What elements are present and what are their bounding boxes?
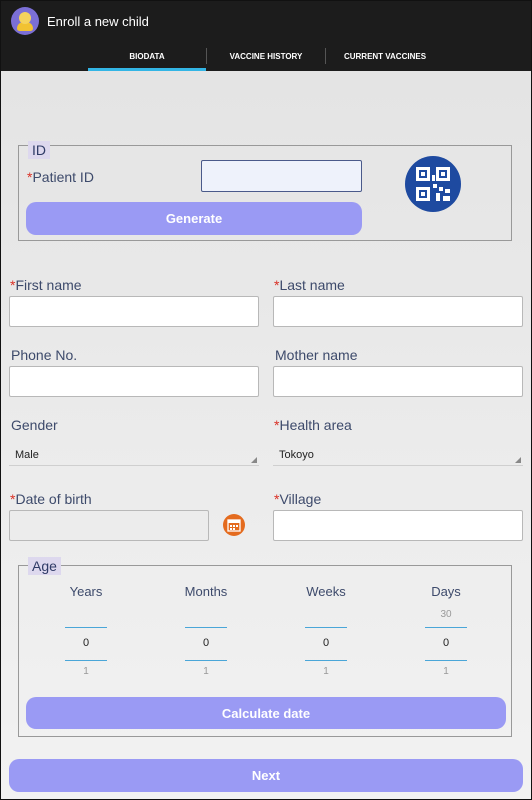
weeks-label: Weeks (306, 584, 346, 599)
weeks-next-value[interactable]: 1 (305, 666, 347, 677)
tab-vaccine-history[interactable]: VACCINE HISTORY (207, 41, 325, 71)
days-label: Days (431, 584, 461, 599)
months-next-value[interactable]: 1 (185, 666, 227, 677)
first-name-label: *First name (10, 277, 82, 293)
calculate-date-button[interactable]: Calculate date (26, 697, 506, 729)
app-logo-icon[interactable] (11, 7, 39, 35)
health-area-label: *Health area (274, 417, 352, 433)
calendar-icon (227, 519, 241, 532)
years-label: Years (69, 584, 103, 599)
patient-id-input[interactable] (201, 160, 362, 192)
age-legend: Age (28, 557, 61, 575)
phone-label: Phone No. (11, 347, 78, 363)
generate-button[interactable]: Generate (26, 202, 362, 235)
dob-label: *Date of birth (10, 491, 92, 507)
dropdown-arrow-icon (251, 457, 257, 463)
tab-biodata[interactable]: BIODATA (88, 41, 206, 71)
page-title: Enroll a new child (47, 13, 149, 29)
health-area-select[interactable]: Tokoyo (273, 444, 523, 466)
first-name-input[interactable] (9, 296, 259, 327)
village-input[interactable] (273, 510, 523, 541)
months-label: Months (184, 584, 228, 599)
years-next-value[interactable]: 1 (65, 666, 107, 677)
action-bar: Enroll a new child (1, 1, 531, 41)
days-picker-value[interactable]: 0 (425, 637, 467, 649)
months-picker-value[interactable]: 0 (185, 637, 227, 649)
last-name-label: *Last name (274, 277, 345, 293)
dob-input[interactable] (9, 510, 209, 541)
last-name-input[interactable] (273, 296, 523, 327)
gender-select[interactable]: Male (9, 444, 259, 466)
mother-name-input[interactable] (273, 366, 523, 397)
qr-code-button[interactable] (405, 156, 461, 212)
calendar-button[interactable] (223, 514, 245, 536)
patient-id-label: *Patient ID (27, 169, 94, 185)
dropdown-arrow-icon (515, 457, 521, 463)
village-label: *Village (274, 491, 322, 507)
years-picker-value[interactable]: 0 (65, 637, 107, 649)
qr-code-icon (416, 167, 450, 201)
phone-input[interactable] (9, 366, 259, 397)
next-button[interactable]: Next (9, 759, 523, 792)
health-area-value: Tokoyo (279, 448, 314, 461)
gender-value: Male (15, 448, 39, 461)
app-window: Enroll a new child BIODATA VACCINE HISTO… (1, 1, 531, 799)
days-next-value[interactable]: 1 (425, 666, 467, 677)
gender-label: Gender (11, 417, 58, 433)
biodata-form: ID *Patient ID Generate *First name *Las… (1, 71, 531, 799)
id-legend: ID (28, 141, 50, 159)
tab-current-vaccines[interactable]: CURRENT VACCINES (326, 41, 444, 71)
days-prev-value[interactable]: 30 (425, 609, 467, 620)
mother-name-label: Mother name (275, 347, 358, 363)
tab-bar: BIODATA VACCINE HISTORY CURRENT VACCINES (1, 41, 531, 71)
weeks-picker-value[interactable]: 0 (305, 637, 347, 649)
